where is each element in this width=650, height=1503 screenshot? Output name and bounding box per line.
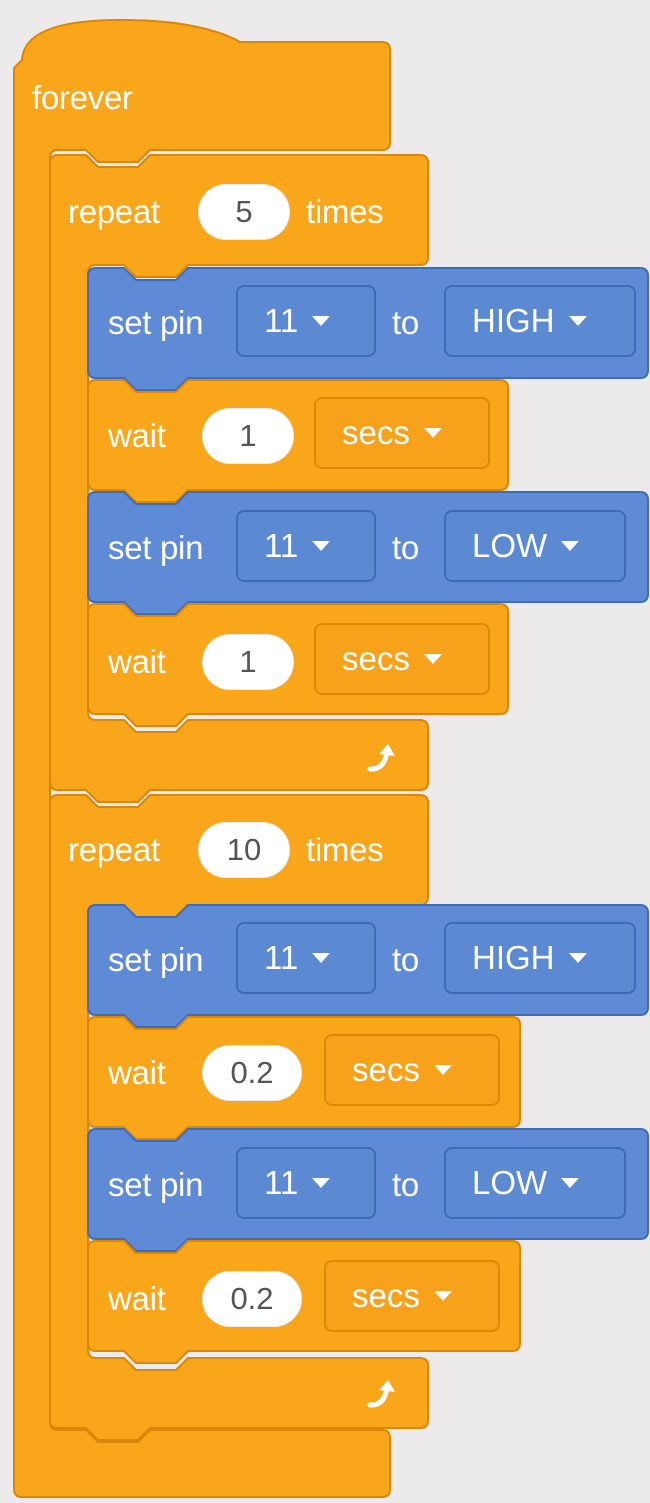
chevron-down-icon bbox=[423, 654, 442, 664]
code-canvas: forever repeat 5 times set pin 11 to HIG… bbox=[0, 0, 650, 1503]
chevron-down-icon bbox=[561, 1178, 580, 1188]
unit-dropdown[interactable]: secs bbox=[314, 623, 490, 695]
forever-label: forever bbox=[32, 79, 133, 116]
set-pin-block[interactable]: set pin 11 to HIGH bbox=[88, 905, 648, 1015]
unit-value: secs bbox=[342, 640, 410, 677]
times-label: times bbox=[306, 831, 384, 868]
loop-arrow-icon bbox=[367, 1380, 395, 1408]
chevron-down-icon bbox=[312, 541, 331, 551]
set-pin-label: set pin bbox=[108, 304, 204, 341]
repeat-count-input[interactable]: 5 bbox=[198, 184, 290, 240]
unit-value: secs bbox=[342, 414, 410, 451]
set-pin-label: set pin bbox=[108, 941, 204, 978]
wait-label: wait bbox=[108, 1054, 166, 1091]
set-pin-block[interactable]: set pin 11 to LOW bbox=[88, 1129, 648, 1239]
wait-duration-input[interactable]: 0.2 bbox=[202, 1045, 302, 1101]
set-pin-label: set pin bbox=[108, 529, 204, 566]
repeat-block-1[interactable]: repeat 5 times bbox=[50, 155, 428, 265]
pin-value: 11 bbox=[264, 1164, 299, 1201]
to-label: to bbox=[392, 941, 419, 978]
wait-duration-input[interactable]: 0.2 bbox=[202, 1271, 302, 1327]
chevron-down-icon bbox=[433, 1065, 452, 1075]
level-dropdown[interactable]: LOW bbox=[444, 510, 626, 582]
pin-dropdown[interactable]: 11 bbox=[236, 1147, 376, 1219]
set-pin-label: set pin bbox=[108, 1166, 204, 1203]
unit-dropdown[interactable]: secs bbox=[314, 397, 490, 469]
chevron-down-icon bbox=[312, 316, 331, 326]
wait-block[interactable]: wait 0.2 secs bbox=[88, 1017, 520, 1127]
level-value: LOW bbox=[472, 527, 548, 564]
times-label: times bbox=[306, 193, 384, 230]
to-label: to bbox=[392, 1166, 419, 1203]
unit-dropdown[interactable]: secs bbox=[324, 1034, 500, 1106]
pin-dropdown[interactable]: 11 bbox=[236, 285, 376, 357]
repeat-label: repeat bbox=[68, 831, 160, 868]
wait-label: wait bbox=[108, 1280, 166, 1317]
level-dropdown[interactable]: HIGH bbox=[444, 922, 636, 994]
repeat-count-input[interactable]: 10 bbox=[198, 822, 290, 878]
chevron-down-icon bbox=[433, 1291, 452, 1301]
level-dropdown[interactable]: LOW bbox=[444, 1147, 626, 1219]
set-pin-block[interactable]: set pin 11 to LOW bbox=[88, 492, 648, 602]
pin-value: 11 bbox=[264, 527, 299, 564]
set-pin-block[interactable]: set pin 11 to HIGH bbox=[88, 268, 648, 378]
level-value: HIGH bbox=[472, 302, 555, 339]
pin-value: 11 bbox=[264, 302, 299, 339]
wait-label: wait bbox=[108, 643, 166, 680]
pin-dropdown[interactable]: 11 bbox=[236, 922, 376, 994]
chevron-down-icon bbox=[568, 953, 587, 963]
chevron-down-icon bbox=[312, 1178, 331, 1188]
wait-block[interactable]: wait 0.2 secs bbox=[88, 1241, 520, 1351]
to-label: to bbox=[392, 529, 419, 566]
forever-block[interactable]: forever bbox=[14, 20, 390, 150]
level-value: HIGH bbox=[472, 939, 555, 976]
chevron-down-icon bbox=[561, 541, 580, 551]
pin-dropdown[interactable]: 11 bbox=[236, 510, 376, 582]
wait-duration-input[interactable]: 1 bbox=[202, 634, 294, 690]
to-label: to bbox=[392, 304, 419, 341]
chevron-down-icon bbox=[423, 428, 442, 438]
repeat-block-2[interactable]: repeat 10 times bbox=[50, 795, 428, 905]
repeat-label: repeat bbox=[68, 193, 160, 230]
wait-block[interactable]: wait 1 secs bbox=[88, 380, 508, 490]
unit-value: secs bbox=[352, 1051, 420, 1088]
wait-label: wait bbox=[108, 417, 166, 454]
unit-dropdown[interactable]: secs bbox=[324, 1260, 500, 1332]
wait-duration-input[interactable]: 1 bbox=[202, 408, 294, 464]
level-value: LOW bbox=[472, 1164, 548, 1201]
pin-value: 11 bbox=[264, 939, 299, 976]
level-dropdown[interactable]: HIGH bbox=[444, 285, 636, 357]
unit-value: secs bbox=[352, 1277, 420, 1314]
loop-arrow-icon bbox=[367, 744, 395, 772]
wait-block[interactable]: wait 1 secs bbox=[88, 604, 508, 714]
chevron-down-icon bbox=[568, 316, 587, 326]
chevron-down-icon bbox=[312, 953, 331, 963]
